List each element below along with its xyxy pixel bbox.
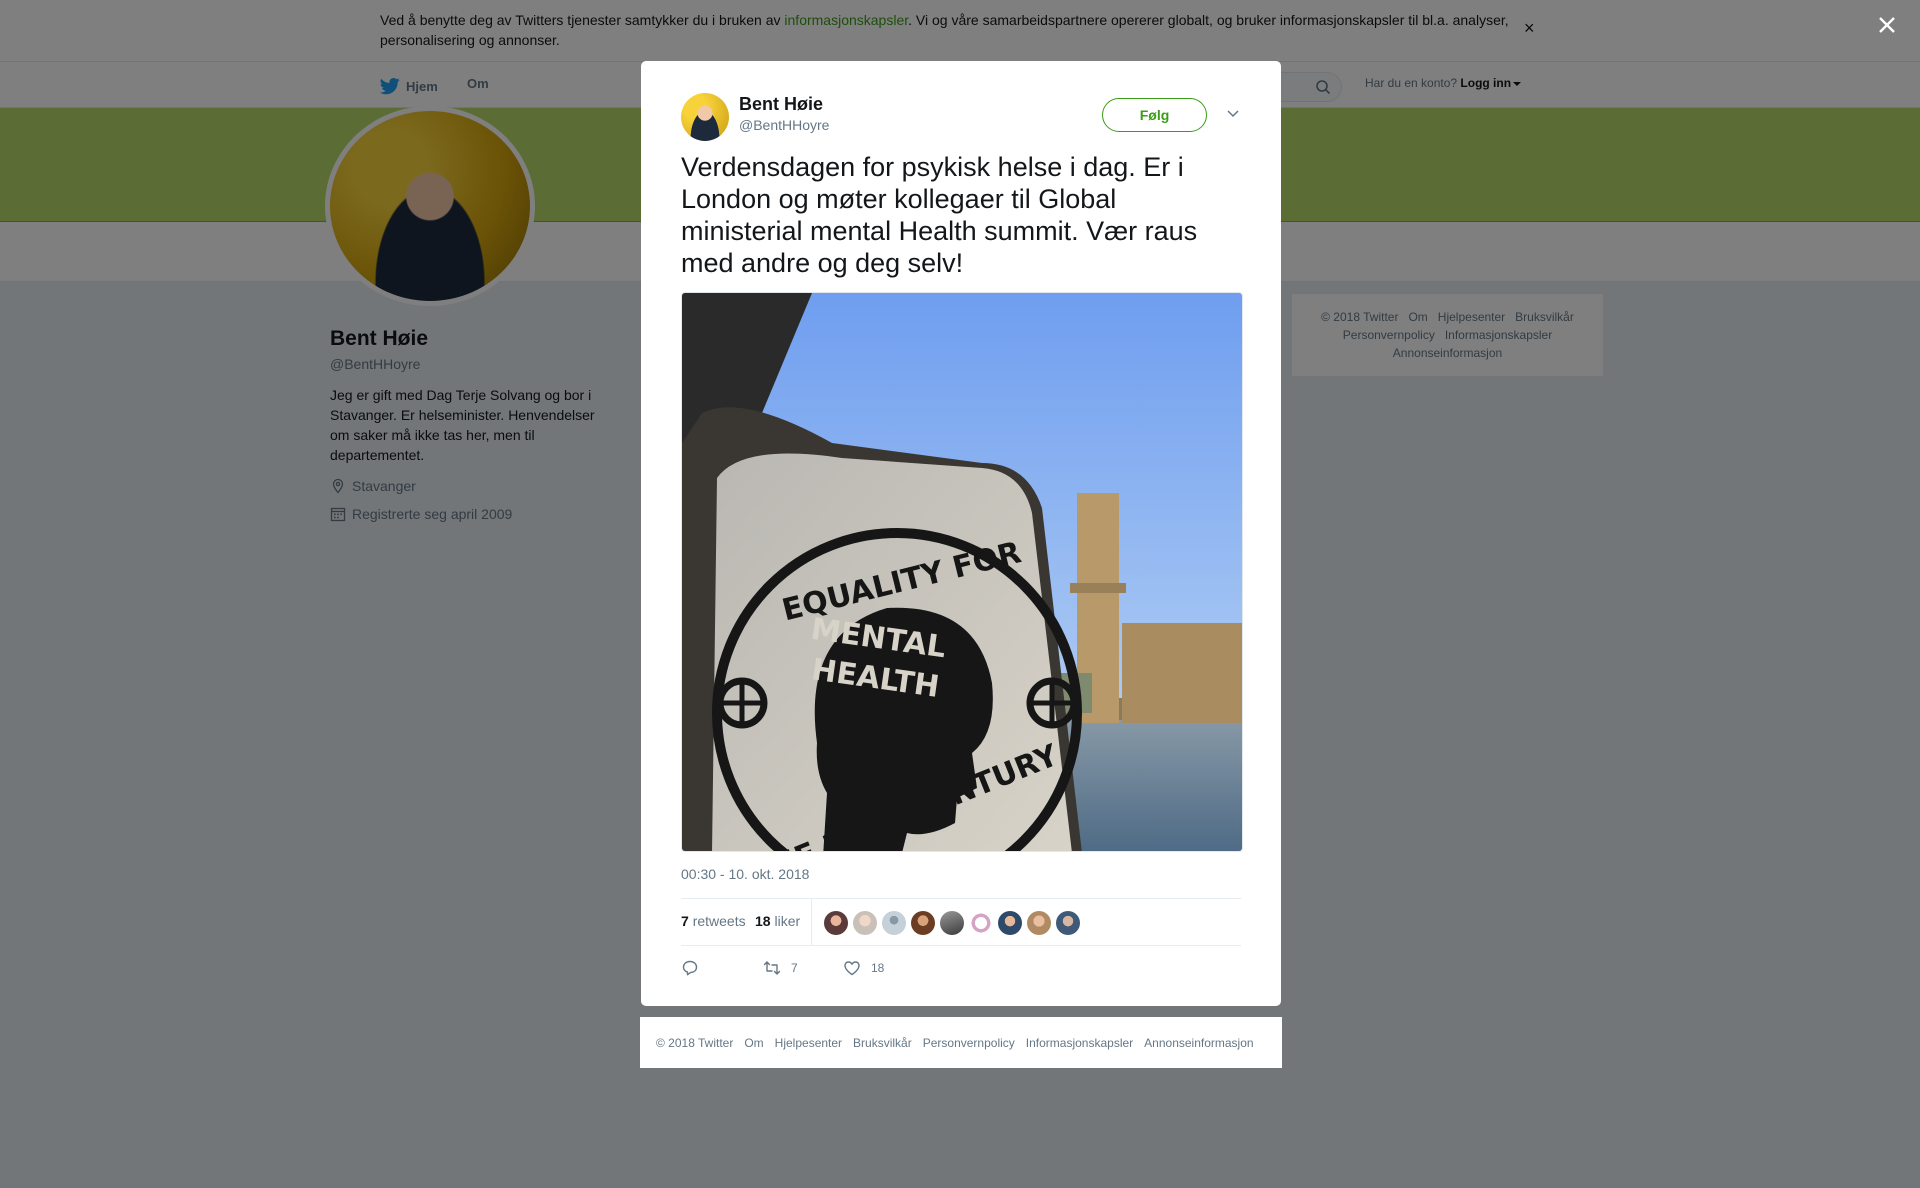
- likers-avatars: [824, 911, 1080, 935]
- retweet-icon: [763, 961, 781, 975]
- tweet-modal: Bent Høie @BentHHoyre Følg Verdensdagen …: [641, 61, 1281, 1006]
- heart-icon: [844, 961, 860, 976]
- retweet-count: 7: [791, 961, 798, 975]
- modal-footer-link-help[interactable]: Hjelpesenter: [775, 1036, 842, 1050]
- reply-button[interactable]: [681, 959, 699, 977]
- modal-footer-link-cookies[interactable]: Informasjonskapsler: [1026, 1036, 1133, 1050]
- modal-footer-link-about[interactable]: Om: [744, 1036, 763, 1050]
- liker-avatar[interactable]: [998, 911, 1022, 935]
- liker-avatar[interactable]: [940, 911, 964, 935]
- tweet-stats: 7 retweets 18 liker: [681, 898, 1241, 946]
- tweet-author-handle[interactable]: @BentHHoyre: [739, 117, 829, 133]
- tweet-actions: 7 18: [681, 959, 981, 983]
- tweet-author-avatar[interactable]: [681, 93, 729, 141]
- tweet-text: Verdensdagen for psykisk helse i dag. Er…: [681, 152, 1198, 278]
- chevron-down-icon[interactable]: [1225, 105, 1241, 121]
- retweets-stat[interactable]: 7 retweets: [681, 913, 746, 929]
- modal-footer-link-terms[interactable]: Bruksvilkår: [853, 1036, 912, 1050]
- liker-avatar[interactable]: [1027, 911, 1051, 935]
- like-count: 18: [871, 961, 885, 975]
- likes-stat[interactable]: 18 liker: [755, 913, 800, 929]
- likes-count: 18: [755, 913, 771, 929]
- liker-avatar[interactable]: [824, 911, 848, 935]
- retweets-count: 7: [681, 913, 689, 929]
- tweet-photo[interactable]: MENTAL HEALTH EQUALITY FOR IN THE 21ST C…: [681, 292, 1243, 852]
- likes-label: liker: [774, 913, 801, 929]
- liker-avatar[interactable]: [969, 911, 993, 935]
- liker-avatar[interactable]: [911, 911, 935, 935]
- close-icon[interactable]: [1872, 10, 1902, 40]
- modal-footer-link-ads[interactable]: Annonseinformasjon: [1144, 1036, 1253, 1050]
- modal-footer: © 2018 Twitter Om Hjelpesenter Bruksvilk…: [640, 1017, 1282, 1068]
- liker-avatar[interactable]: [1056, 911, 1080, 935]
- modal-footer-copyright: © 2018 Twitter: [656, 1035, 734, 1050]
- liker-avatar[interactable]: [882, 911, 906, 935]
- tweet-photo-image: MENTAL HEALTH EQUALITY FOR IN THE 21ST C…: [682, 293, 1242, 851]
- tweet-author-name[interactable]: Bent Høie: [739, 94, 823, 115]
- modal-footer-link-privacy[interactable]: Personvernpolicy: [923, 1036, 1015, 1050]
- reply-icon: [682, 960, 698, 976]
- retweet-button[interactable]: 7: [763, 959, 798, 977]
- like-button[interactable]: 18: [843, 959, 884, 977]
- stats-divider: [811, 899, 812, 946]
- liker-avatar[interactable]: [853, 911, 877, 935]
- retweets-label: retweets: [692, 913, 746, 929]
- tweet-timestamp[interactable]: 00:30 - 10. okt. 2018: [681, 866, 809, 882]
- follow-button[interactable]: Følg: [1102, 98, 1207, 132]
